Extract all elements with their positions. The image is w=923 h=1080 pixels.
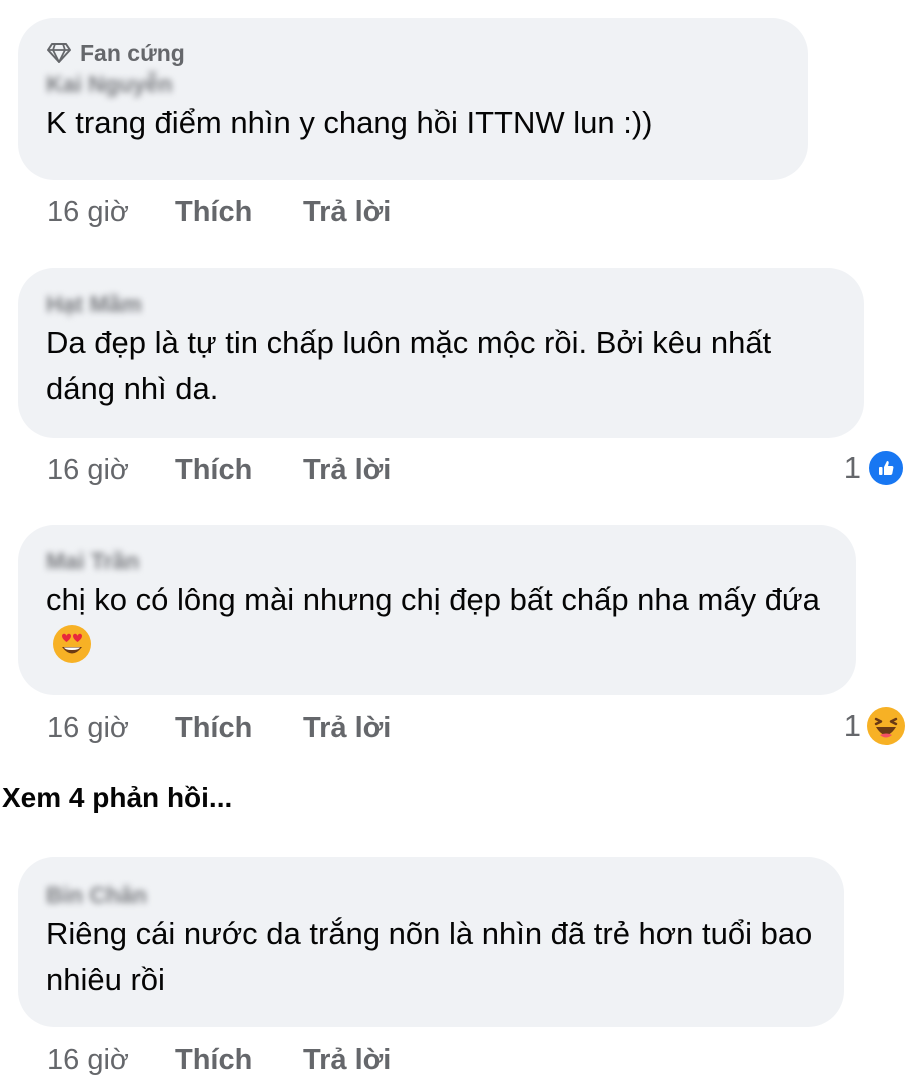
- comment-bubble[interactable]: Fan cứng Kai Nguyễn K trang điểm nhìn y …: [18, 18, 808, 180]
- timestamp[interactable]: 16 giờ: [47, 454, 175, 487]
- like-button[interactable]: Thích: [175, 1044, 303, 1077]
- comment-actions: 16 giờ Thích Trả lời: [47, 450, 391, 490]
- view-more-replies-link[interactable]: Xem 4 phản hồi...: [2, 778, 232, 818]
- comment-actions: 16 giờ Thích Trả lời: [47, 192, 391, 232]
- comment-bubble[interactable]: Hạt Mầm Da đẹp là tự tin chấp luôn mặc m…: [18, 268, 864, 438]
- badge-label: Fan cứng: [80, 39, 185, 66]
- timestamp[interactable]: 16 giờ: [47, 1044, 175, 1077]
- comment-bubble[interactable]: Mai Trần chị ko có lông mài nhưng chị đẹ…: [18, 525, 856, 695]
- diamond-icon: [47, 43, 71, 63]
- timestamp[interactable]: 16 giờ: [47, 712, 175, 745]
- timestamp[interactable]: 16 giờ: [47, 196, 175, 229]
- top-fan-badge[interactable]: Fan cứng: [46, 38, 786, 68]
- reaction-count: 1: [843, 708, 861, 743]
- comment-text: Riêng cái nước da trắng nõn là nhìn đã t…: [46, 916, 813, 997]
- author-name[interactable]: Bin Chân: [46, 879, 822, 911]
- reaction-count: 1: [843, 450, 861, 485]
- comment-text: chị ko có lông mài nhưng chị đẹp bất chấ…: [46, 577, 834, 669]
- author-name[interactable]: Hạt Mầm: [46, 288, 842, 320]
- comment-actions: 16 giờ Thích Trả lời: [47, 708, 391, 748]
- reaction-summary[interactable]: 1: [844, 448, 905, 488]
- haha-icon: [867, 707, 905, 745]
- like-button[interactable]: Thích: [175, 454, 303, 487]
- reply-button[interactable]: Trả lời: [303, 1044, 391, 1077]
- reply-button[interactable]: Trả lời: [303, 712, 391, 745]
- author-name[interactable]: Mai Trần: [46, 545, 834, 577]
- comment-text: Da đẹp là tự tin chấp luôn mặc mộc rồi. …: [46, 325, 772, 406]
- author-name[interactable]: Kai Nguyễn: [46, 68, 786, 100]
- heart-eyes-emoji: [53, 625, 91, 663]
- like-icon: [867, 449, 905, 487]
- comment-actions: 16 giờ Thích Trả lời: [47, 1040, 391, 1080]
- like-button[interactable]: Thích: [175, 712, 303, 745]
- comment-text-content: chị ko có lông mài nhưng chị đẹp bất chấ…: [46, 582, 820, 617]
- reply-button[interactable]: Trả lời: [303, 454, 391, 487]
- comment-bubble[interactable]: Bin Chân Riêng cái nước da trắng nõn là …: [18, 857, 844, 1027]
- reaction-summary[interactable]: 1: [844, 706, 905, 746]
- comment-text: K trang điểm nhìn y chang hồi ITTNW lun …: [46, 105, 653, 140]
- reply-button[interactable]: Trả lời: [303, 196, 391, 229]
- like-button[interactable]: Thích: [175, 196, 303, 229]
